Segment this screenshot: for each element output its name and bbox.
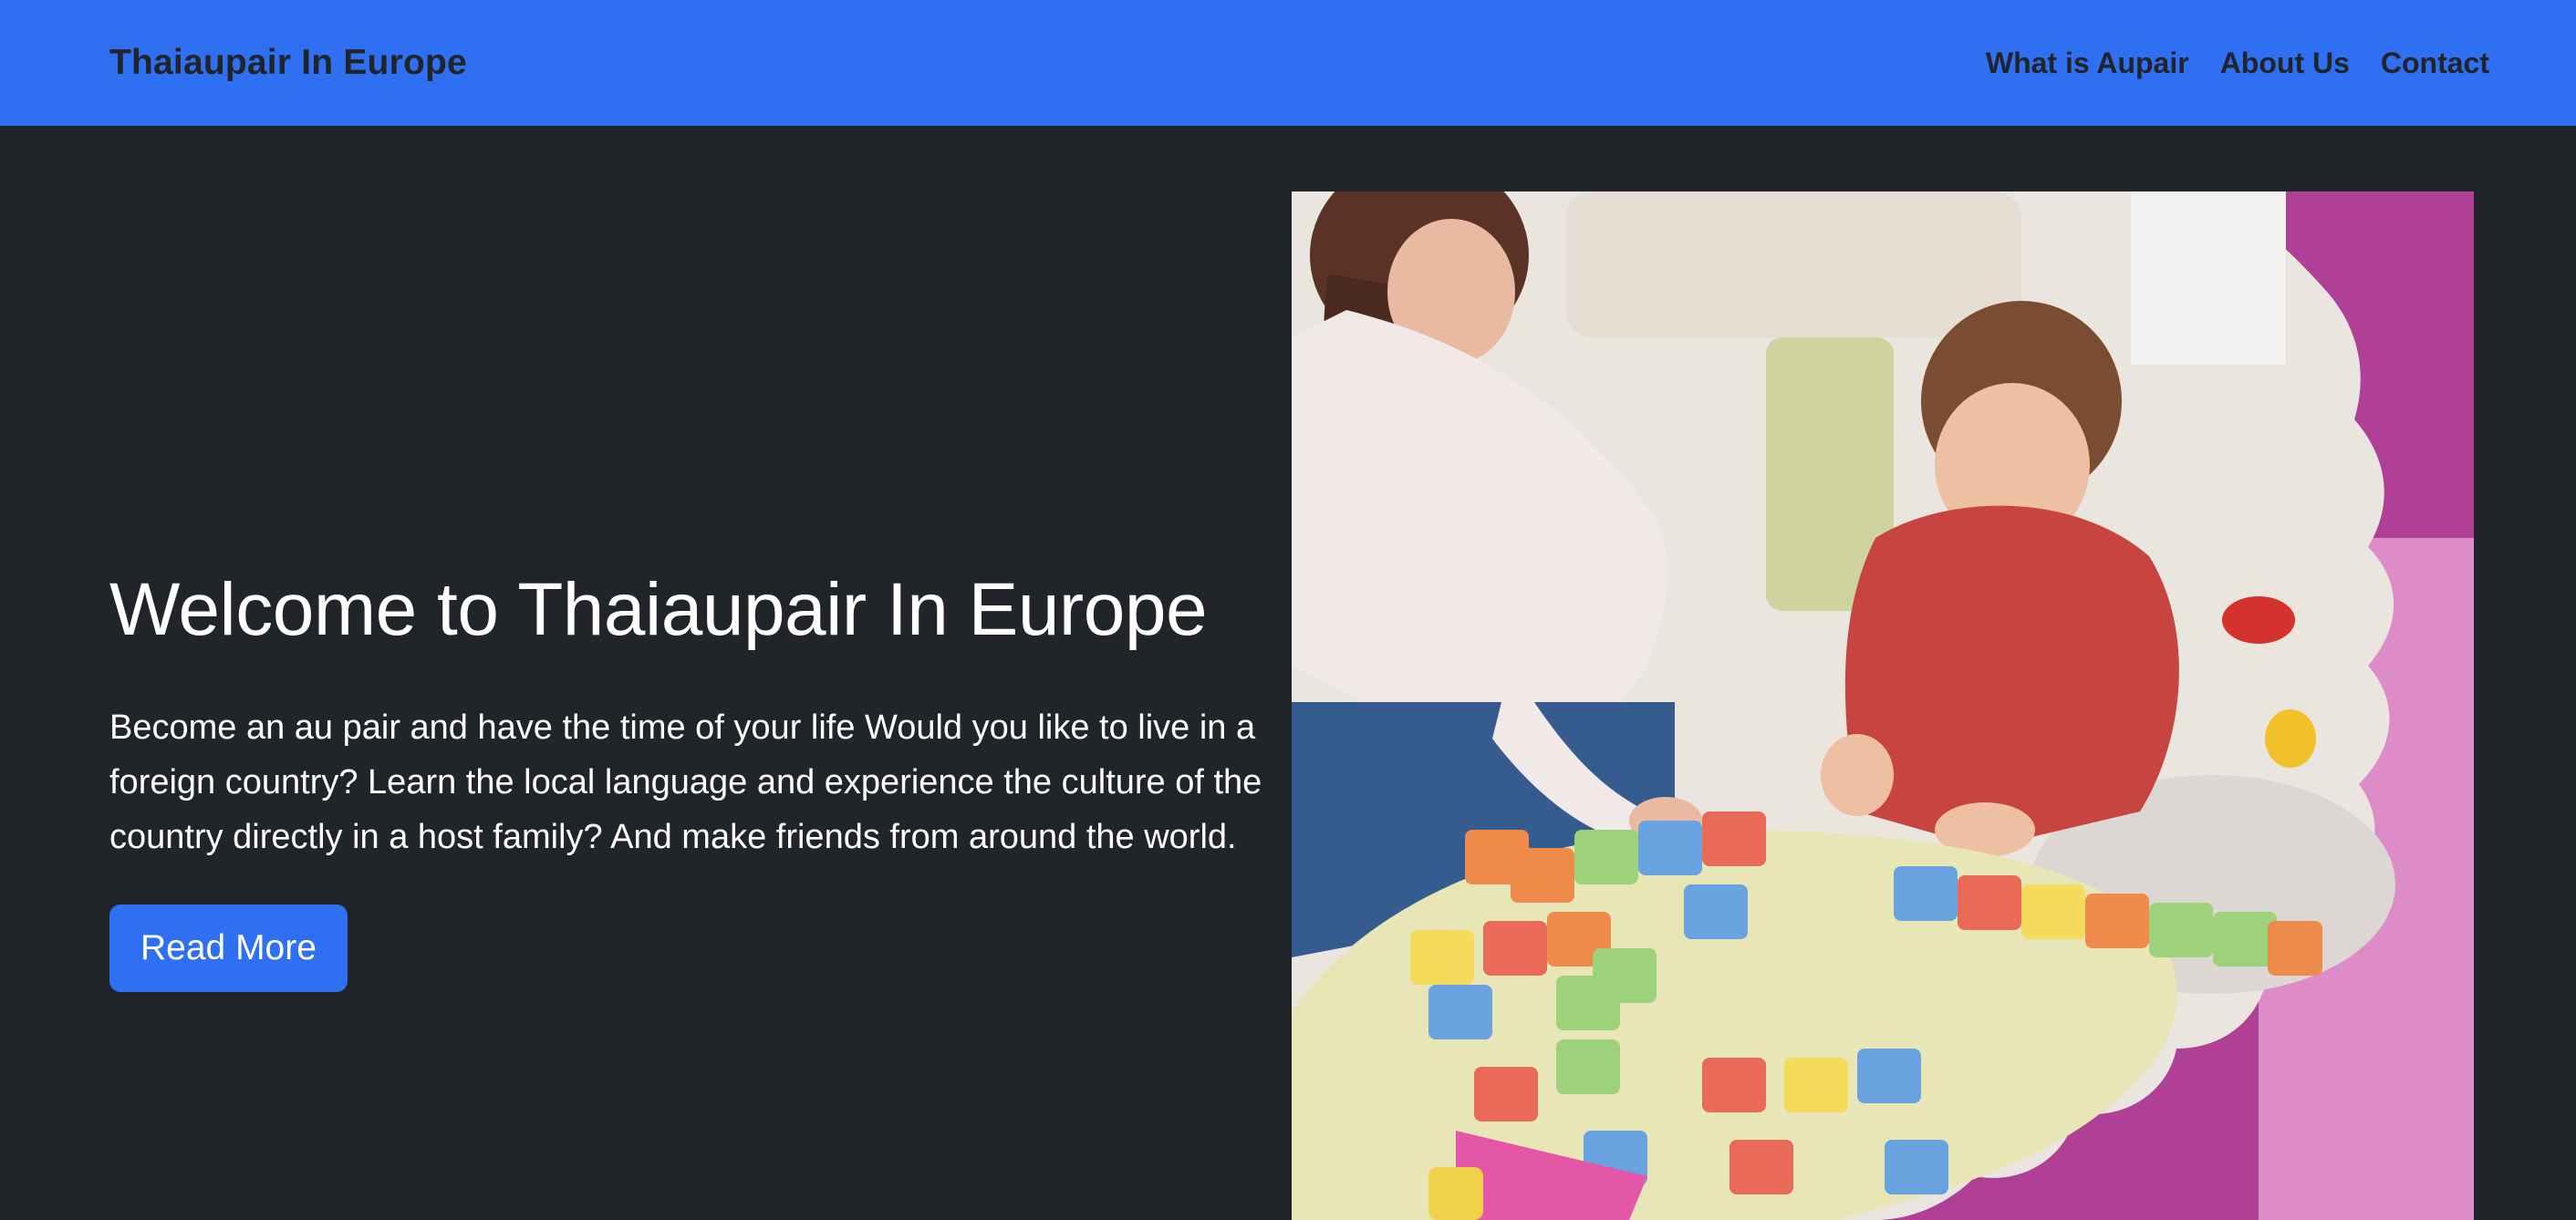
nav-link-about-us[interactable]: About Us <box>2220 47 2350 80</box>
read-more-button[interactable]: Read More <box>109 905 348 993</box>
nav-link-what-is-aupair[interactable]: What is Aupair <box>1986 47 2189 80</box>
hero-title: Welcome to Thaiaupair In Europe <box>109 568 1208 651</box>
au-pair-photo-illustration <box>1292 191 2474 1220</box>
navbar: Thaiaupair In Europe What is Aupair Abou… <box>0 0 2576 126</box>
nav-links: What is Aupair About Us Contact <box>1986 47 2489 80</box>
hero-image <box>1292 191 2474 1220</box>
hero-text: Welcome to Thaiaupair In Europe Become a… <box>109 565 1277 993</box>
nav-link-contact[interactable]: Contact <box>2381 47 2489 80</box>
navbar-brand[interactable]: Thaiaupair In Europe <box>109 43 467 83</box>
hero-lead: Become an au pair and have the time of y… <box>109 708 1262 857</box>
